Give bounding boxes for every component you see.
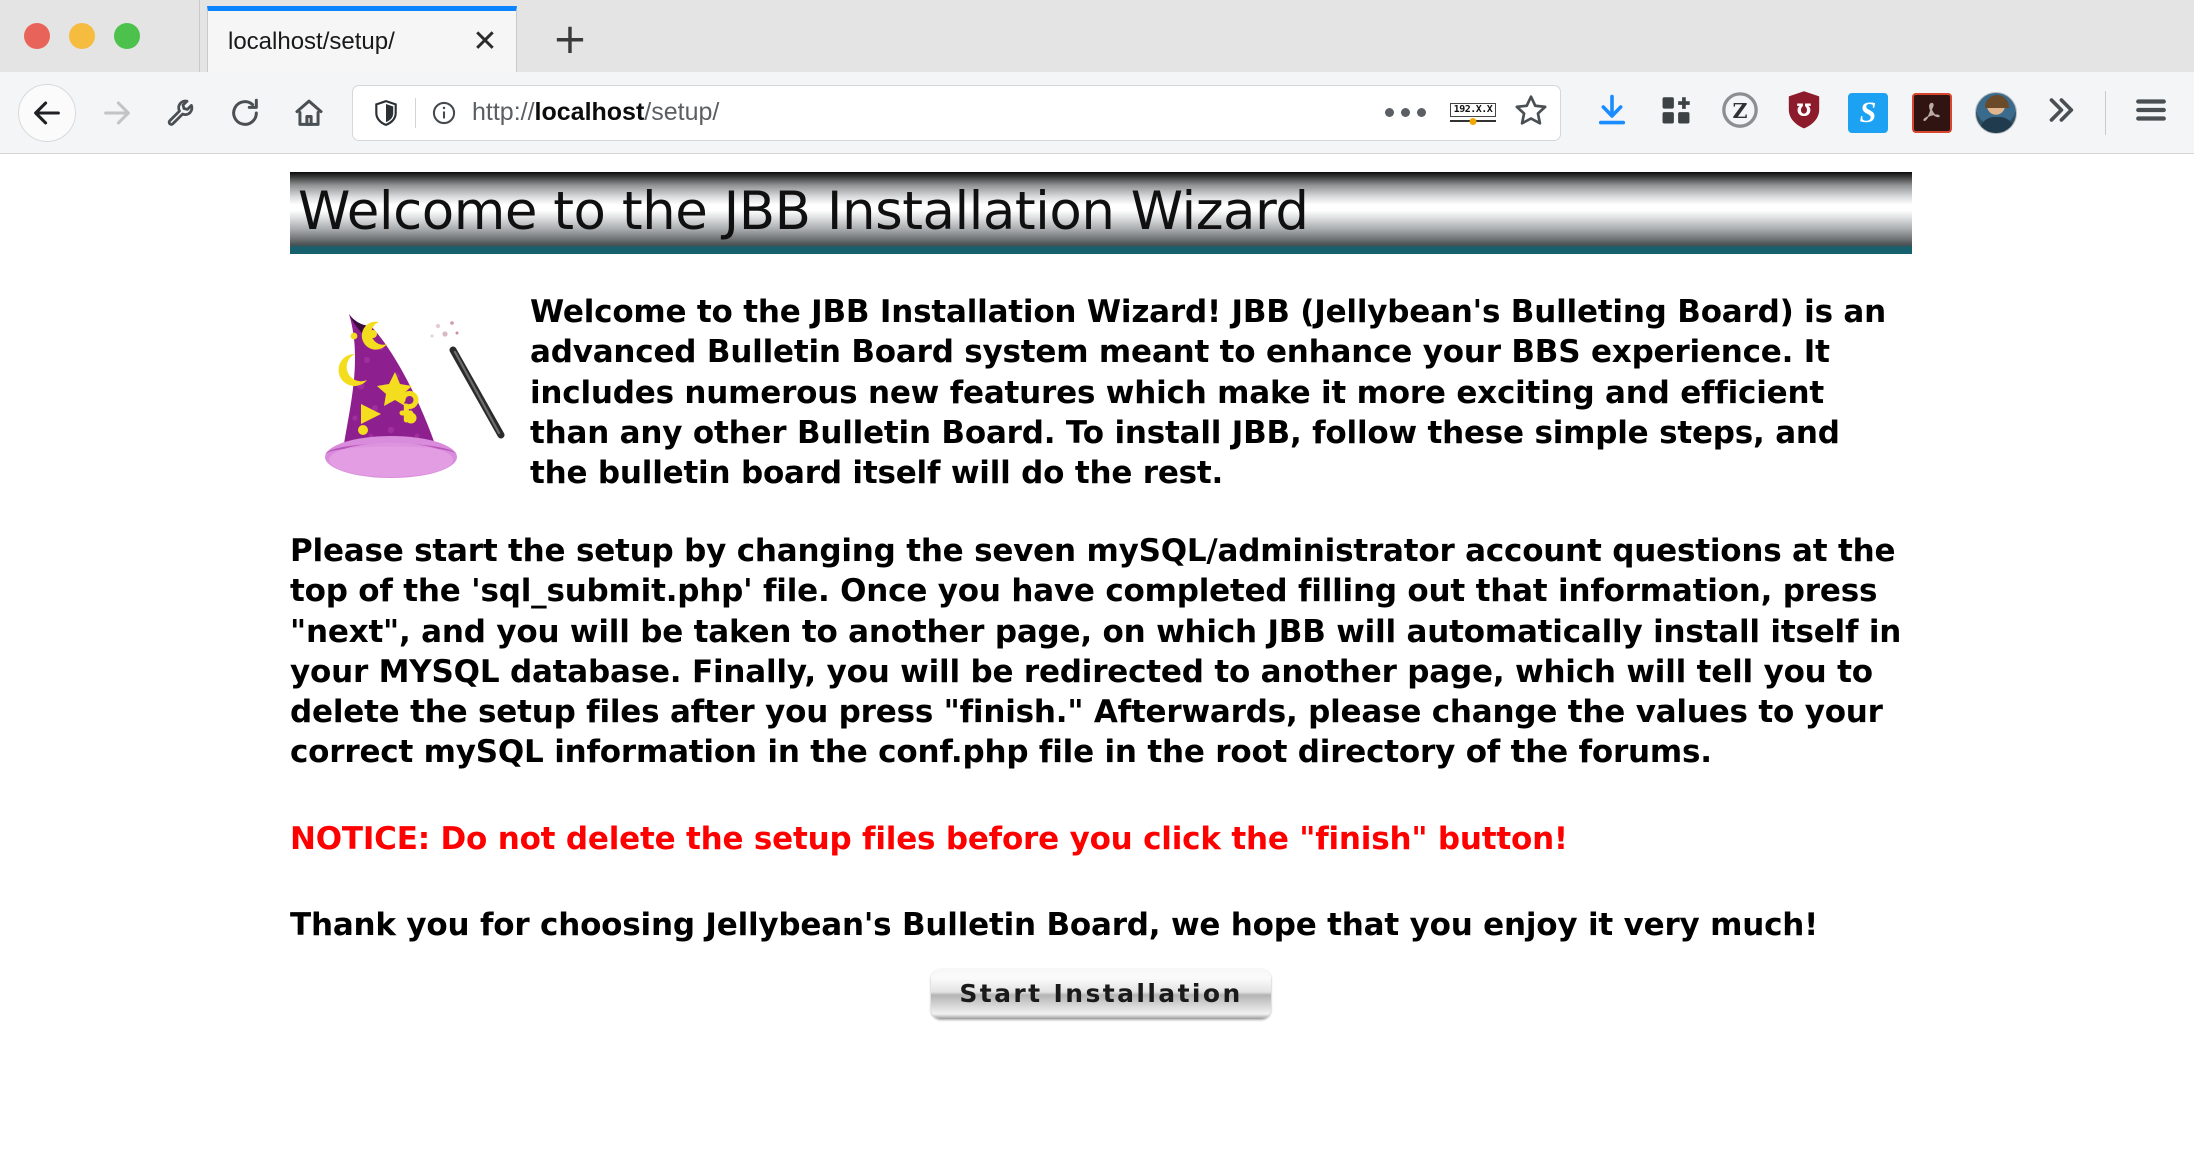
start-installation-button[interactable]: Start Installation (931, 969, 1271, 1020)
home-button[interactable] (278, 82, 340, 144)
tab-title: localhost/setup/ (228, 27, 395, 55)
close-window-button[interactable] (24, 23, 50, 49)
home-icon (292, 96, 326, 130)
overflow-button[interactable] (2031, 84, 2089, 142)
wizard-hat-figure (290, 280, 530, 495)
developer-tools-button[interactable] (150, 82, 212, 144)
reload-icon (228, 96, 262, 130)
browser-tab-active[interactable]: localhost/setup/ ✕ (207, 6, 517, 72)
download-icon (1594, 92, 1630, 133)
url-text[interactable]: http://localhost/setup/ (472, 98, 1369, 127)
arrow-right-icon (100, 96, 134, 130)
page-actions-button[interactable] (1379, 108, 1432, 117)
zotero-icon: Z (1721, 91, 1759, 134)
addons-grid-icon (1659, 93, 1693, 132)
acrobat-button[interactable] (1903, 84, 1961, 142)
instructions-paragraph: Please start the setup by changing the s… (290, 533, 1902, 771)
page-content: Welcome to the JBB Installation Wizard W… (290, 172, 1912, 1020)
tab-strip: localhost/setup/ ✕ + (0, 0, 2194, 72)
addons-button[interactable] (1647, 84, 1705, 142)
ublock-origin-button[interactable]: Ʊ (1775, 84, 1833, 142)
button-row: Start Installation (290, 969, 1912, 1020)
dot (1417, 108, 1426, 117)
dot (1385, 108, 1394, 117)
wrench-icon (165, 97, 197, 129)
bookmark-star-icon[interactable] (1514, 93, 1548, 132)
page-viewport: Welcome to the JBB Installation Wizard W… (0, 154, 2194, 1160)
shield-icon[interactable] (369, 99, 403, 127)
url-scheme: http:// (472, 98, 535, 126)
url-separator (415, 97, 416, 128)
skype-button[interactable]: S (1839, 84, 1897, 142)
download-button[interactable] (1583, 84, 1641, 142)
intro-section: Welcome to the JBB Installation Wizard! … (290, 280, 1912, 495)
thanks-text: Thank you for choosing Jellybean's Bulle… (290, 907, 1819, 944)
notice-text: NOTICE: Do not delete the setup files be… (290, 820, 1568, 857)
arrow-left-icon (30, 96, 64, 130)
navigation-toolbar: http://localhost/setup/ 192.X.X Z Ʊ S (0, 72, 2194, 154)
reload-button[interactable] (214, 82, 276, 144)
new-tab-button[interactable]: + (545, 14, 595, 64)
skype-icon: S (1848, 92, 1888, 133)
info-circle-icon[interactable] (428, 100, 460, 126)
forward-button[interactable] (86, 82, 148, 144)
minimize-window-button[interactable] (69, 23, 95, 49)
ip-badge-text: 192.X.X (1449, 102, 1497, 118)
ublock-origin-icon: Ʊ (1784, 89, 1824, 136)
ip-address-badge-icon[interactable]: 192.X.X (1448, 102, 1498, 123)
acrobat-icon (1912, 92, 1952, 133)
hamburger-menu-icon (2134, 95, 2168, 130)
dot (1401, 108, 1410, 117)
url-host: localhost (534, 98, 645, 126)
url-path: /setup/ (644, 98, 720, 126)
ip-badge-rule (1450, 120, 1496, 123)
app-menu-button[interactable] (2122, 84, 2180, 142)
window-controls (0, 0, 200, 72)
toolbar-extensions: Z Ʊ S (1577, 84, 2180, 142)
back-button[interactable] (18, 83, 76, 142)
account-button[interactable] (1967, 84, 2025, 142)
page-title: Welcome to the JBB Installation Wizard (298, 180, 1309, 242)
svg-text:Ʊ: Ʊ (1797, 100, 1811, 120)
chevron-double-right-icon (2043, 93, 2077, 132)
avatar (1975, 91, 2017, 134)
wizard-hat-icon (305, 290, 515, 495)
page-banner: Welcome to the JBB Installation Wizard (290, 172, 1912, 254)
close-icon[interactable]: ✕ (468, 25, 502, 59)
svg-text:Z: Z (1732, 99, 1747, 123)
intro-paragraph: Welcome to the JBB Installation Wizard! … (530, 294, 1887, 492)
zotero-button[interactable]: Z (1711, 84, 1769, 142)
browser-window: localhost/setup/ ✕ + http://localhost/se… (0, 0, 2194, 1160)
toolbar-separator (2105, 90, 2106, 135)
address-bar[interactable]: http://localhost/setup/ 192.X.X (352, 84, 1561, 141)
zoom-window-button[interactable] (114, 23, 140, 49)
url-actions: 192.X.X (1369, 93, 1548, 132)
